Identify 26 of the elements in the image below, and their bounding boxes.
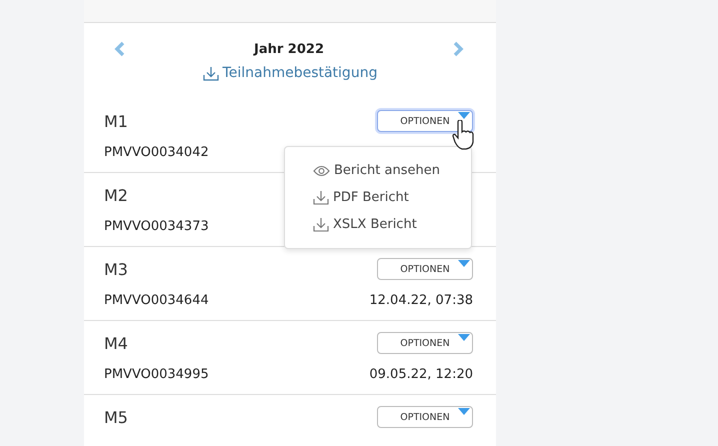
options-button[interactable]: OPTIONEN <box>377 110 473 132</box>
menu-item[interactable]: Bericht ansehen <box>285 157 471 184</box>
item-date: 09.05.22, 12:20 <box>369 366 473 382</box>
download-icon <box>313 190 329 205</box>
item-date: 12.04.22, 07:38 <box>369 292 473 308</box>
item-title: M2 <box>104 186 128 204</box>
chevron-right-icon[interactable] <box>452 41 464 57</box>
menu-item[interactable]: XSLX Bericht <box>285 211 471 238</box>
item-title: M5 <box>104 408 128 426</box>
options-button[interactable]: OPTIONEN <box>377 406 473 428</box>
options-button[interactable]: OPTIONEN <box>377 332 473 354</box>
item-title: M3 <box>104 260 128 278</box>
options-button[interactable]: OPTIONEN <box>377 258 473 280</box>
chevron-left-icon[interactable] <box>114 41 126 57</box>
item-id: PMVVO0034042 <box>104 144 209 160</box>
year-title: Jahr 2022 <box>254 42 324 56</box>
menu-item[interactable]: PDF Bericht <box>285 184 471 211</box>
download-icon <box>313 217 329 232</box>
item-id: PMVVO0034995 <box>104 366 209 382</box>
item-id: PMVVO0034373 <box>104 218 209 234</box>
download-icon <box>202 66 219 80</box>
item-title: M4 <box>104 334 128 352</box>
certificate-download-link[interactable]: Teilnahmebestätigung <box>202 65 378 81</box>
item-title: M1 <box>104 112 128 130</box>
eye-icon <box>313 164 330 176</box>
item-id: PMVVO0034644 <box>104 292 209 308</box>
